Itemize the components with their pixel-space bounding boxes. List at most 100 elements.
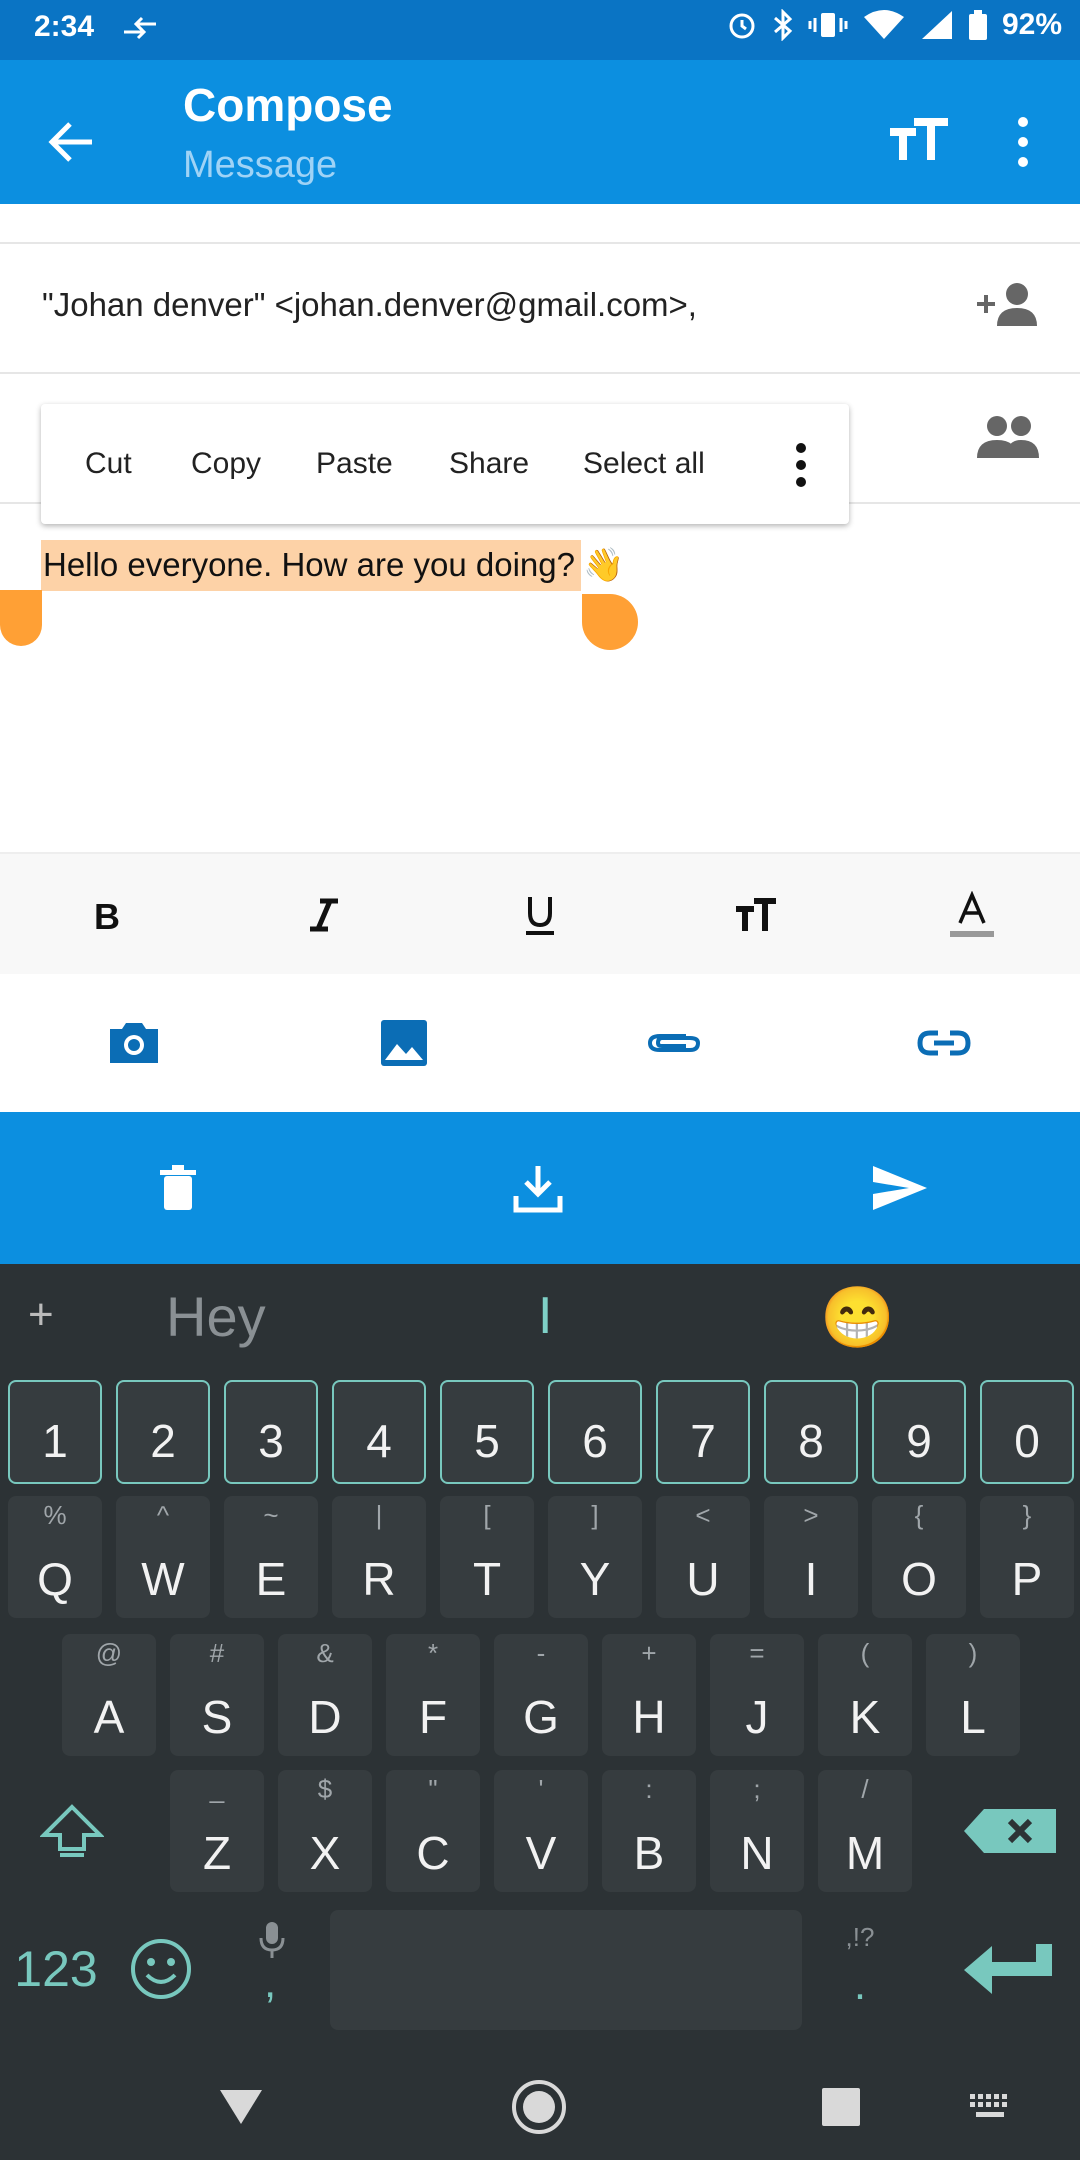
save-draft-button[interactable] (478, 1112, 598, 1264)
menu-select-all[interactable]: Select all (583, 404, 705, 524)
back-nav-icon[interactable] (218, 2088, 264, 2126)
overflow-menu-icon[interactable] (1003, 106, 1043, 178)
recents-nav-icon[interactable] (820, 2086, 862, 2128)
back-arrow-icon[interactable] (40, 110, 104, 174)
link-icon (917, 1030, 971, 1056)
page-subtitle: Message (183, 144, 338, 186)
key-f[interactable]: * F (386, 1634, 480, 1756)
home-nav-icon[interactable] (510, 2078, 568, 2136)
key-z[interactable]: _ Z (170, 1770, 264, 1892)
recipient-field[interactable]: "Johan denver" <johan.denver@gmail.com>, (42, 286, 697, 324)
selection-handle-end[interactable] (582, 594, 638, 650)
key-j[interactable]: = J (710, 1634, 804, 1756)
key-8[interactable]: 8 (764, 1380, 858, 1484)
text-size-button[interactable] (696, 854, 816, 976)
underline-icon (526, 897, 554, 935)
key-2[interactable]: 2 (116, 1380, 210, 1484)
key-5[interactable]: 5 (440, 1380, 534, 1484)
menu-overflow-icon[interactable] (781, 442, 821, 488)
key-x[interactable]: $ X (278, 1770, 372, 1892)
insert-link-button[interactable] (884, 974, 1004, 1112)
camera-button[interactable] (74, 974, 194, 1112)
key-g[interactable]: -G (494, 1634, 588, 1756)
key-n[interactable]: ; N (710, 1770, 804, 1892)
key-u[interactable]: < U (656, 1496, 750, 1618)
delete-button[interactable] (118, 1112, 238, 1264)
key-7[interactable]: 7 (656, 1380, 750, 1484)
shift-icon (40, 1804, 104, 1857)
suggestion-1[interactable]: Hey (166, 1284, 266, 1349)
send-icon (873, 1166, 927, 1210)
add-contact-icon[interactable] (975, 280, 1041, 330)
key-r[interactable]: | R (332, 1496, 426, 1618)
key-1[interactable]: 1 (8, 1380, 102, 1484)
download-icon (513, 1166, 563, 1213)
shift-key[interactable] (10, 1770, 134, 1892)
key-6[interactable]: 6 (548, 1380, 642, 1484)
key-q[interactable]: % Q (8, 1496, 102, 1618)
key-m[interactable]: / M (818, 1770, 912, 1892)
backspace-icon (964, 1809, 1056, 1853)
menu-share[interactable]: Share (449, 404, 529, 524)
send-button[interactable] (840, 1112, 960, 1264)
key-4[interactable]: 4 (332, 1380, 426, 1484)
symbols-key[interactable]: 123 (6, 1908, 106, 2030)
vibrate-icon (808, 13, 848, 37)
alarm-icon (729, 13, 755, 39)
contacts-group-icon[interactable] (975, 412, 1041, 462)
key-a[interactable]: @ A (62, 1634, 156, 1756)
menu-copy[interactable]: Copy (191, 404, 261, 524)
suggestion-emoji[interactable]: 😁 (820, 1282, 895, 1353)
key-t[interactable]: [T (440, 1496, 534, 1618)
key-p[interactable]: } P (980, 1496, 1074, 1618)
key-0[interactable]: 0 (980, 1380, 1074, 1484)
microphone-icon (259, 1922, 285, 1958)
key-d[interactable]: & D (278, 1634, 372, 1756)
text-size-icon[interactable] (886, 110, 950, 174)
key-b[interactable]: :B (602, 1770, 696, 1892)
system-nav-bar (0, 2050, 1080, 2160)
backspace-key[interactable] (950, 1770, 1070, 1892)
bold-button[interactable]: B (48, 854, 168, 976)
key-k[interactable]: (K (818, 1634, 912, 1756)
emoji-key[interactable] (116, 1908, 206, 2030)
status-time: 2:34 (34, 10, 95, 43)
key-9[interactable]: 9 (872, 1380, 966, 1484)
battery-icon (968, 10, 987, 40)
key-y[interactable]: ] Y (548, 1496, 642, 1618)
key-w[interactable]: ^ W (116, 1496, 210, 1618)
plus-icon[interactable]: + (28, 1290, 54, 1340)
key-v[interactable]: ' V (494, 1770, 588, 1892)
status-icons: 92% (726, 8, 1062, 42)
key-c[interactable]: " C (386, 1770, 480, 1892)
message-body[interactable]: Hello everyone. How are you doing? 👋 (41, 540, 624, 592)
selection-handle-start[interactable] (0, 590, 42, 646)
key-3[interactable]: 3 (224, 1380, 318, 1484)
attach-file-button[interactable] (614, 974, 734, 1112)
comma-key[interactable]: , (226, 1908, 318, 2030)
suggestion-2[interactable]: I (538, 1286, 552, 1346)
keyboard-switch-icon[interactable] (968, 2092, 1012, 2122)
key-i[interactable]: > I (764, 1496, 858, 1618)
action-bar (0, 1112, 1080, 1264)
menu-paste[interactable]: Paste (316, 404, 393, 524)
key-s[interactable]: # S (170, 1634, 264, 1756)
key-e[interactable]: ~ E (224, 1496, 318, 1618)
space-bar[interactable] (330, 1910, 802, 2030)
selected-text: Hello everyone. How are you doing? (41, 540, 581, 591)
gallery-button[interactable] (344, 974, 464, 1112)
suggestion-strip: + Hey I 😁 (0, 1264, 1080, 1374)
key-l[interactable]: ) L (926, 1634, 1020, 1756)
wifi-icon (863, 10, 904, 39)
text-color-button[interactable] (912, 854, 1032, 976)
underline-button[interactable] (480, 854, 600, 976)
text-color-icon (950, 891, 994, 937)
status-bar: 2:34 92% (0, 0, 1080, 60)
period-key[interactable]: ,!? . (814, 1908, 906, 2030)
signal-icon (921, 11, 952, 39)
italic-button[interactable] (264, 854, 384, 976)
enter-key[interactable] (946, 1908, 1070, 2030)
key-o[interactable]: {O (872, 1496, 966, 1618)
menu-cut[interactable]: Cut (85, 404, 132, 524)
key-h[interactable]: + H (602, 1634, 696, 1756)
